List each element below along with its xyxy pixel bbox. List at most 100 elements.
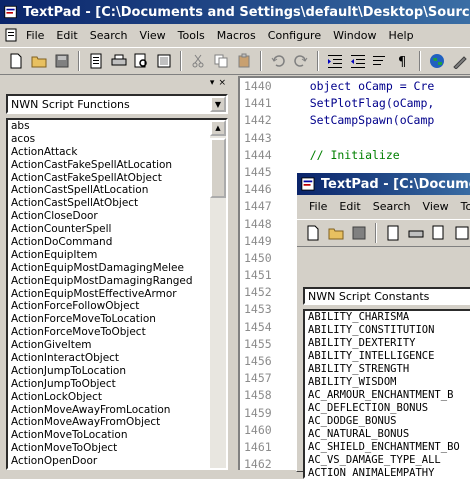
menu-help[interactable]: Help: [382, 29, 419, 42]
list-item[interactable]: acos: [8, 133, 226, 146]
list-item[interactable]: ActionEquipMostEffectiveArmor: [8, 288, 226, 301]
code-line[interactable]: 1442 SetCampSpawn(oCamp: [240, 112, 470, 129]
open-button[interactable]: [29, 51, 49, 71]
code-text[interactable]: object oCamp = Cre: [282, 78, 435, 95]
menu-view[interactable]: View: [417, 200, 455, 213]
menu-edit[interactable]: Edit: [333, 200, 366, 213]
print-button[interactable]: [406, 223, 426, 243]
menu-macros[interactable]: Macros: [211, 29, 262, 42]
list-item[interactable]: ActionEquipItem: [8, 249, 226, 262]
list-item[interactable]: ActionCloseDoor: [8, 210, 226, 223]
save-button[interactable]: [349, 223, 369, 243]
list-item[interactable]: ActionEquipMostDamagingMelee: [8, 262, 226, 275]
list-item[interactable]: ABILITY_WISDOM: [305, 376, 470, 389]
scroll-up-icon[interactable]: ▲: [210, 120, 226, 136]
list-item[interactable]: ABILITY_CHARISMA: [305, 311, 470, 324]
chevron-down-icon[interactable]: ▼: [210, 96, 226, 112]
paste-button[interactable]: [234, 51, 254, 71]
clip-library-list-constants[interactable]: ABILITY_CHARISMA ABILITY_CONSTITUTION ABIL…: [303, 309, 470, 479]
list-item[interactable]: ActionInteractObject: [8, 352, 226, 365]
menu-tools[interactable]: To: [455, 200, 470, 213]
copy-button[interactable]: [211, 51, 231, 71]
code-text[interactable]: SetCampSpawn(oCamp: [282, 112, 435, 129]
document-icon[interactable]: [4, 28, 18, 42]
cut-button[interactable]: [188, 51, 208, 71]
list-item[interactable]: ActionMoveToLocation: [8, 429, 226, 442]
new-button[interactable]: [6, 51, 26, 71]
list-item[interactable]: ACTION_ANIMALEMPATHY: [305, 467, 470, 477]
list-item[interactable]: ActionOpenDoor: [8, 455, 226, 468]
open-button[interactable]: [326, 223, 346, 243]
code-text[interactable]: // Initialize: [282, 147, 400, 164]
list-item[interactable]: AC_VS_DAMAGE_TYPE_ALL: [305, 454, 470, 467]
save-button[interactable]: [52, 51, 72, 71]
list-item[interactable]: ActionGiveItem: [8, 339, 226, 352]
clip-library-select-constants[interactable]: NWN Script Constants: [303, 287, 470, 305]
indent-button[interactable]: [325, 51, 345, 71]
list-item[interactable]: ActionCastFakeSpellAtObject: [8, 172, 226, 185]
print-button[interactable]: [109, 51, 129, 71]
list-item[interactable]: ABILITY_INTELLIGENCE: [305, 350, 470, 363]
code-line[interactable]: 1441 SetPlotFlag(oCamp,: [240, 95, 470, 112]
undo-button[interactable]: [268, 51, 288, 71]
list-item[interactable]: ActionMoveAwayFromLocation: [8, 404, 226, 417]
list-item[interactable]: ActionLockObject: [8, 391, 226, 404]
list-item[interactable]: AC_DODGE_BONUS: [305, 415, 470, 428]
list-item[interactable]: ActionCastSpellAtLocation: [8, 184, 226, 197]
clip-library-select[interactable]: NWN Script Functions ▼: [6, 94, 228, 114]
list-item[interactable]: ActionForceMoveToObject: [8, 326, 226, 339]
menu-view[interactable]: View: [134, 29, 172, 42]
outdent-button[interactable]: [348, 51, 368, 71]
word-wrap-button[interactable]: [370, 51, 390, 71]
list-item[interactable]: AC_ARMOUR_ENCHANTMENT_B: [305, 389, 470, 402]
vertical-scrollbar[interactable]: ▲: [210, 120, 226, 468]
manage-files-button[interactable]: [86, 51, 106, 71]
list-item[interactable]: ActionCastFakeSpellAtLocation: [8, 159, 226, 172]
menu-search[interactable]: Search: [84, 29, 134, 42]
code-line[interactable]: 1440 object oCamp = Cre: [240, 78, 470, 95]
list-item[interactable]: ActionJumpToObject: [8, 378, 226, 391]
list-item[interactable]: ActionJumpToLocation: [8, 365, 226, 378]
list-item[interactable]: ActionForceMoveToLocation: [8, 313, 226, 326]
code-text[interactable]: SetPlotFlag(oCamp,: [282, 95, 435, 112]
menu-window[interactable]: Window: [327, 29, 382, 42]
list-item[interactable]: ABILITY_STRENGTH: [305, 363, 470, 376]
web-browser-button[interactable]: [427, 51, 447, 71]
panel-pin-icon[interactable]: ▾: [210, 78, 215, 88]
list-item[interactable]: ActionCounterSpell: [8, 223, 226, 236]
menu-search[interactable]: Search: [367, 200, 417, 213]
redo-button[interactable]: [291, 51, 311, 71]
list-item[interactable]: ABILITY_CONSTITUTION: [305, 324, 470, 337]
panel-close-icon[interactable]: ×: [218, 78, 226, 88]
spell-check-button[interactable]: [154, 51, 174, 71]
list-item[interactable]: ActionForceFollowObject: [8, 300, 226, 313]
menu-tools[interactable]: Tools: [172, 29, 211, 42]
list-item[interactable]: abs: [8, 120, 226, 133]
menu-file[interactable]: File: [20, 29, 50, 42]
list-item[interactable]: ABILITY_DEXTERITY: [305, 337, 470, 350]
tool-button[interactable]: [450, 51, 470, 71]
new-button[interactable]: [303, 223, 323, 243]
clip-library-list[interactable]: abs acos ActionAttack ActionCastFakeSpellAt…: [6, 118, 228, 470]
menu-edit[interactable]: Edit: [50, 29, 83, 42]
list-item[interactable]: ActionAttack: [8, 146, 226, 159]
show-formatting-button[interactable]: ¶: [393, 51, 413, 71]
code-line[interactable]: 1443: [240, 130, 470, 147]
list-item[interactable]: AC_SHIELD_ENCHANTMENT_BO: [305, 441, 470, 454]
list-item[interactable]: ActionEquipMostDamagingRanged: [8, 275, 226, 288]
menu-configure[interactable]: Configure: [262, 29, 327, 42]
list-item[interactable]: AC_DEFLECTION_BONUS: [305, 402, 470, 415]
list-item[interactable]: ActionCastSpellAtObject: [8, 197, 226, 210]
list-item[interactable]: AC_NATURAL_BONUS: [305, 428, 470, 441]
list-item[interactable]: ActionMoveAwayFromObject: [8, 416, 226, 429]
print-preview-button[interactable]: [429, 223, 449, 243]
list-item[interactable]: ActionMoveToObject: [8, 442, 226, 455]
print-preview-button[interactable]: [131, 51, 151, 71]
spell-check-button[interactable]: [452, 223, 470, 243]
textpad-app-icon[interactable]: [4, 4, 17, 20]
list-item[interactable]: ActionDoCommand: [8, 236, 226, 249]
scroll-thumb[interactable]: [210, 138, 226, 198]
menu-file[interactable]: File: [303, 200, 333, 213]
code-line[interactable]: 1444 // Initialize: [240, 147, 470, 164]
manage-files-button[interactable]: [383, 223, 403, 243]
